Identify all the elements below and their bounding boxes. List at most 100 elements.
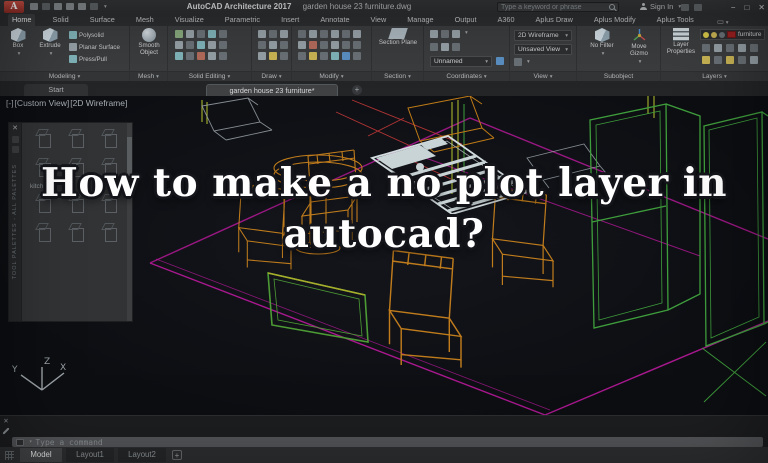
qat-dropdown-icon[interactable]: ▾ [104,4,107,10]
trim-icon[interactable] [320,30,328,38]
layout1-tab[interactable]: Layout1 [66,448,114,462]
tab-output[interactable]: Output [451,14,481,26]
layout2-tab[interactable]: Layout2 [118,448,166,462]
new-layout-button[interactable]: + [172,450,182,460]
palette-close-icon[interactable]: ✕ [12,125,18,133]
fillet-icon[interactable] [331,30,339,38]
ucs-live-icon[interactable] [496,57,504,65]
tab-visualize[interactable]: Visualize [171,14,208,26]
save-icon[interactable] [42,3,50,10]
ribbon-collapse-icon[interactable]: ▭ ▾ [717,17,729,26]
tool-icon[interactable] [208,41,216,49]
polyline-icon[interactable] [269,30,277,38]
rectangle-icon[interactable] [269,41,277,49]
extrude-button[interactable]: Extrude ▾ [35,28,65,70]
layer-tool-icon[interactable] [726,44,734,52]
move-gizmo-button[interactable]: Move Gizmo ▾ [622,28,656,70]
model-tab[interactable]: Model [20,448,62,462]
tool-icon[interactable] [186,30,194,38]
stretch-icon[interactable] [331,41,339,49]
named-view-dropdown[interactable]: Unsaved View ▾ [514,44,572,55]
panel-label-modify[interactable]: Modify ▾ [292,71,371,81]
layer-tool-icon[interactable] [738,56,746,64]
viewport-visual-style-control[interactable]: [2D Wireframe] [70,98,127,108]
tab-home[interactable]: Home [8,14,36,26]
ucs-world-icon[interactable] [441,30,449,38]
minimize-button[interactable]: − [731,3,736,12]
polysolid-button[interactable]: Polysolid [69,29,120,41]
tool-icon[interactable] [186,52,194,60]
tool-icon[interactable] [208,30,216,38]
layer-dropdown[interactable]: furniture [700,29,765,40]
panel-label-mesh[interactable]: Mesh ▾ [130,71,167,81]
drawing-canvas[interactable]: Z X Y [-] [Custom View] [2D Wireframe] ✕… [0,96,768,415]
layer-tool-icon[interactable] [714,56,722,64]
palette-autohide-icon[interactable] [11,136,19,143]
tab-view[interactable]: View [367,14,391,26]
help-icon[interactable] [694,4,702,11]
panel-label-subobject[interactable]: Subobject [577,71,660,81]
panel-label-draw[interactable]: Draw ▾ [252,71,291,81]
tab-parametric[interactable]: Parametric [221,14,264,26]
align-icon[interactable] [320,52,328,60]
viewport-view-control[interactable]: [Custom View] [15,98,70,108]
section-plane-button[interactable]: Section Plane [378,28,418,70]
close-button[interactable]: ✕ [758,3,765,12]
panel-label-coordinates[interactable]: Coordinates ▾ [424,71,509,81]
rotate-icon[interactable] [309,30,317,38]
tool-icon[interactable] [219,41,227,49]
no-filter-button[interactable]: No Filter ▾ [585,28,619,70]
layer-tool-icon[interactable] [726,56,734,64]
command-input[interactable]: ▾ Type a command [12,437,763,447]
tab-aplus-modify[interactable]: Aplus Modify [590,14,640,26]
mirror-icon[interactable] [298,41,306,49]
explode-icon[interactable] [320,41,328,49]
planar-surface-button[interactable]: Planar Surface [69,41,120,53]
line-icon[interactable] [258,30,266,38]
slice-icon[interactable] [298,52,306,60]
redo-icon[interactable] [90,3,98,10]
tab-aplus-tools[interactable]: Aplus Tools [653,14,698,26]
layer-tool-icon[interactable] [702,44,710,52]
ucs-named-dropdown[interactable]: Unnamed ▾ [430,56,492,67]
quick-view-icon[interactable] [5,451,14,460]
copy-icon[interactable] [353,30,361,38]
layer-tool-icon[interactable] [750,44,758,52]
panel-label-view[interactable]: View ▾ [510,71,576,81]
tool-icon[interactable] [219,52,227,60]
layer-properties-button[interactable]: Layer Properties [665,28,697,70]
tool-icon[interactable] [197,30,205,38]
layer-tool-icon[interactable] [714,44,722,52]
tab-solid[interactable]: Solid [48,14,72,26]
tool-icon[interactable] [197,52,205,60]
tool-icon[interactable] [175,30,183,38]
search-icon[interactable] [609,4,615,10]
exchange-icon[interactable] [681,4,689,11]
tool-icon[interactable] [208,52,216,60]
app-menu-button[interactable]: A [4,1,24,13]
panel-label-section[interactable]: Section ▾ [372,71,423,81]
sign-in-button[interactable]: Sign In ▾ [640,2,681,11]
command-close-icon[interactable]: ✕ [3,418,8,425]
chevron-down-icon[interactable]: ▾ [29,439,32,445]
file-tab-start[interactable]: Start [24,84,88,96]
tab-aplus-draw[interactable]: Aplus Draw [532,14,577,26]
help-search-input[interactable]: Type a keyword or phrase [497,2,619,12]
palette-properties-icon[interactable] [11,146,19,153]
hatch-icon[interactable] [280,41,288,49]
tab-surface[interactable]: Surface [86,14,119,26]
command-customize-icon[interactable] [2,427,10,435]
furniture-block-icon[interactable] [69,128,87,149]
tool-icon[interactable] [219,30,227,38]
new-drawing-button[interactable]: + [352,85,362,95]
layer-tool-icon[interactable] [738,44,746,52]
circle-icon[interactable] [280,30,288,38]
saveas-icon[interactable] [54,3,62,10]
press-pull-button[interactable]: Press/Pull [69,53,120,65]
layer-tool-icon[interactable] [702,56,710,64]
ucs-origin-icon[interactable] [452,30,460,38]
tab-annotate[interactable]: Annotate [316,14,353,26]
viewport-menu-control[interactable]: [-] [6,98,14,108]
tool-icon[interactable] [186,41,194,49]
scale-icon[interactable] [342,41,350,49]
